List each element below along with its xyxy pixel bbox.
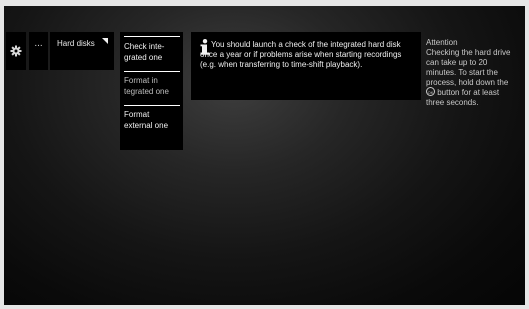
- attention-heading: Attention: [426, 38, 458, 47]
- more-label: ...: [34, 38, 43, 49]
- menu-item-format-integrated[interactable]: Format in tegrated one: [124, 71, 180, 97]
- menu-item-label: tegrated one: [124, 87, 169, 96]
- attention-note: Attention Checking the hard drive can ta…: [426, 38, 518, 108]
- menu-item-label: external one: [124, 121, 169, 130]
- corner-triangle-icon: [102, 38, 108, 44]
- info-text: You should launch a check of the integra…: [200, 40, 402, 69]
- menu-item-format-external[interactable]: Format external one: [124, 105, 180, 131]
- info-panel: You should launch a check of the integra…: [191, 32, 421, 100]
- attention-body-text-end: button for at least three seconds.: [426, 88, 500, 107]
- hard-disks-label: Hard disks: [57, 39, 95, 48]
- menu-separator: [124, 105, 180, 106]
- menu-item-label: Format in: [124, 76, 158, 85]
- menu-separator: [124, 71, 180, 72]
- menu-item-label: grated one: [124, 53, 163, 62]
- gear-icon: [10, 45, 22, 57]
- attention-body: Checking the hard drive can take up to 2…: [426, 48, 518, 108]
- attention-body-text: Checking the hard drive can take up to 2…: [426, 48, 511, 87]
- menu-separator: [124, 36, 180, 37]
- menu-item-label: Check inte-: [124, 42, 165, 51]
- menu-item-label: Format: [124, 110, 150, 119]
- tv-screen: ... Hard disks Check inte- grated one Fo…: [4, 6, 525, 305]
- hard-disk-menu: Check inte- grated one Format in tegrate…: [120, 32, 183, 150]
- ok-button-icon: OK: [426, 87, 435, 97]
- menu-item-check-integrated[interactable]: Check inte- grated one: [124, 36, 180, 63]
- hard-disks-tile[interactable]: Hard disks: [50, 32, 114, 70]
- more-tile[interactable]: ...: [29, 32, 48, 70]
- settings-tile[interactable]: [6, 32, 26, 70]
